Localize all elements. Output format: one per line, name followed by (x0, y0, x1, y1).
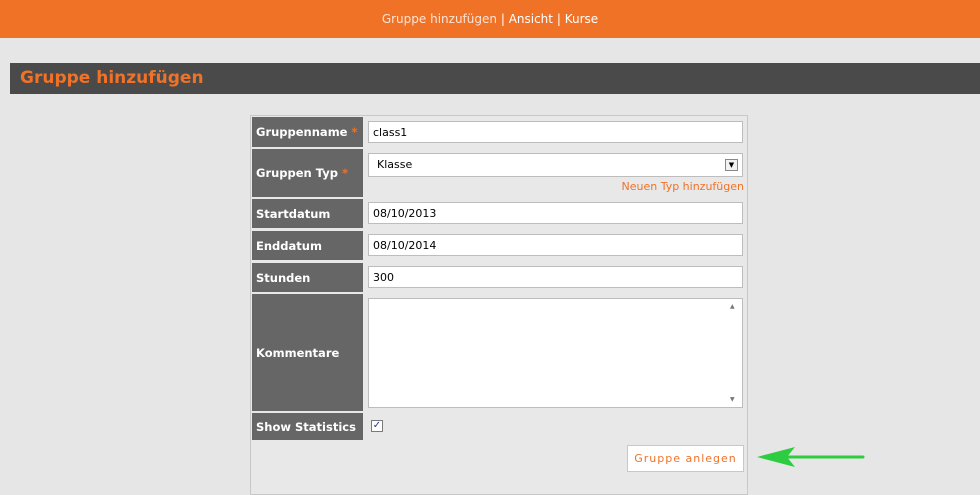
end-date-label: Enddatum (252, 231, 363, 260)
start-date-label-text: Startdatum (256, 206, 331, 221)
hours-input[interactable] (368, 266, 743, 288)
show-statistics-checkbox[interactable]: ✓ (371, 420, 383, 432)
group-type-label: Gruppen Typ * (252, 149, 363, 197)
arrow-left-icon (757, 447, 865, 467)
start-date-input[interactable] (368, 202, 743, 224)
required-mark: * (351, 125, 358, 139)
nav-courses[interactable]: Kurse (565, 12, 598, 26)
comments-label-text: Kommentare (256, 345, 340, 360)
show-statistics-label: Show Statistics (252, 413, 363, 440)
create-group-button[interactable]: Gruppe anlegen (627, 445, 744, 472)
page-title: Gruppe hinzufügen (20, 68, 204, 88)
add-new-type-link[interactable]: Neuen Typ hinzufügen (621, 180, 744, 193)
end-date-label-text: Enddatum (256, 238, 322, 253)
group-type-select[interactable]: Klasse ▼ (368, 153, 743, 177)
required-mark: * (341, 166, 348, 180)
group-name-label-text: Gruppenname (256, 125, 348, 139)
hours-label-text: Stunden (256, 270, 311, 285)
chevron-down-icon[interactable]: ▼ (725, 159, 738, 171)
group-name-input[interactable] (368, 121, 743, 143)
nav-view[interactable]: Ansicht (509, 12, 553, 26)
group-type-selected-value: Klasse (377, 158, 413, 171)
page-title-bar: Gruppe hinzufügen (10, 63, 980, 94)
hours-label: Stunden (252, 263, 363, 292)
top-navigation: Gruppe hinzufügen | Ansicht | Kurse (0, 0, 980, 38)
comments-textarea[interactable] (368, 298, 743, 408)
nav-separator: | (556, 12, 561, 26)
scroll-down-icon[interactable]: ▼ (730, 396, 735, 403)
group-name-label: Gruppenname * (252, 117, 363, 147)
comments-scrollbar[interactable]: ▲ ▼ (726, 299, 742, 407)
end-date-input[interactable] (368, 234, 743, 256)
show-statistics-label-text: Show Statistics (256, 419, 356, 434)
comments-label: Kommentare (252, 294, 363, 411)
group-type-label-text: Gruppen Typ (256, 166, 338, 180)
checkmark-icon: ✓ (372, 420, 382, 431)
scroll-up-icon[interactable]: ▲ (730, 303, 735, 310)
start-date-label: Startdatum (252, 199, 363, 228)
nav-add-group[interactable]: Gruppe hinzufügen (382, 12, 497, 26)
nav-separator: | (500, 12, 505, 26)
